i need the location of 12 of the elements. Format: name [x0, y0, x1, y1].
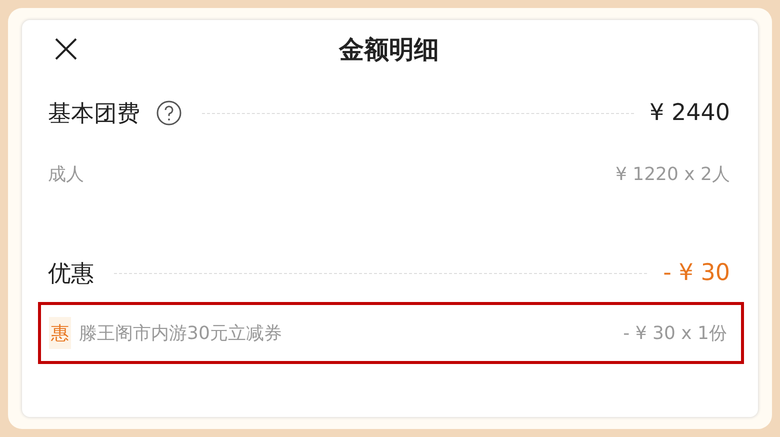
dialog-title: 金额明细: [339, 34, 439, 66]
fee-amount: ¥ 2440: [650, 100, 730, 126]
discount-amount: - ¥ 30: [663, 260, 730, 286]
close-icon[interactable]: [54, 37, 78, 61]
discount-label: 优惠: [48, 260, 94, 288]
coupon-name: 滕王阁市内游30元立减券: [79, 322, 282, 345]
detail-label: 成人: [48, 163, 84, 186]
help-icon[interactable]: [156, 100, 182, 126]
discount-badge: 惠: [49, 317, 71, 349]
coupon-amount: - ¥ 30 x 1份: [623, 322, 727, 345]
fee-label: 基本团费: [48, 100, 140, 128]
detail-amount: ¥ 1220 x 2人: [615, 163, 730, 186]
